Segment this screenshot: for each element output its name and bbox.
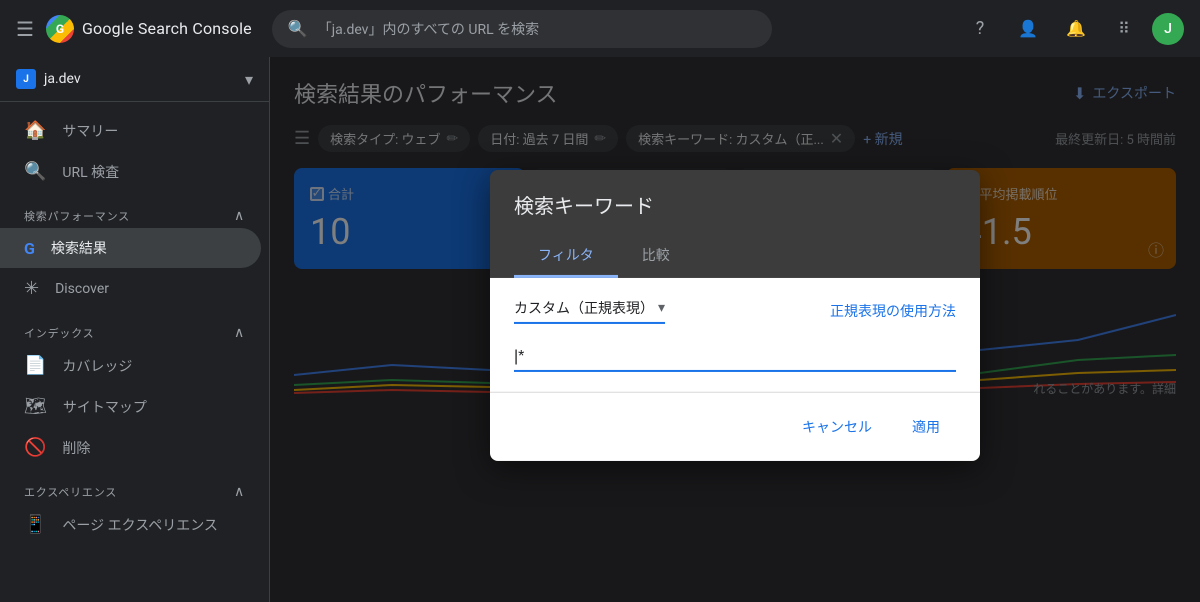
tab-compare-label: 比較: [642, 247, 670, 263]
section-chevron-icon[interactable]: ∧: [234, 484, 245, 500]
apps-icon-button[interactable]: ⠿: [1104, 9, 1144, 49]
bell-icon: 🔔: [1066, 19, 1086, 38]
section-experience: エクスペリエンス ∧: [0, 468, 269, 504]
search-icon: 🔍: [24, 161, 46, 182]
search-placeholder: 「ja.dev」内のすべての URL を検索: [318, 19, 756, 39]
top-header: ☰ G Google Search Console 🔍 「ja.dev」内のすべ…: [0, 0, 1200, 57]
page-experience-icon: 📱: [24, 514, 46, 535]
header-icons: ? 👤 🔔 ⠿ J: [960, 9, 1184, 49]
tab-filter-label: フィルタ: [538, 247, 594, 263]
regex-help-link[interactable]: 正規表現の使用方法: [830, 300, 956, 320]
section-chevron-icon[interactable]: ∧: [234, 325, 245, 341]
help-icon: ?: [976, 18, 985, 39]
app-title: Google Search Console: [82, 19, 252, 38]
sidebar-item-label: Discover: [55, 281, 109, 297]
sidebar-item-discover[interactable]: ✳ Discover: [0, 268, 261, 309]
sidebar-item-summary[interactable]: 🏠 サマリー: [0, 110, 261, 151]
property-name: ja.dev: [44, 71, 237, 87]
help-icon-button[interactable]: ?: [960, 9, 1000, 49]
filter-type-select[interactable]: カスタム（正規表現） ▾: [514, 297, 665, 323]
sidebar-item-label: サイトマップ: [63, 397, 147, 417]
sidebar-item-label: カバレッジ: [62, 356, 132, 376]
section-chevron-icon[interactable]: ∧: [234, 208, 245, 224]
modal-tabs: フィルタ 比較: [514, 234, 956, 277]
avatar[interactable]: J: [1152, 13, 1184, 45]
section-label: 検索パフォーマンス: [24, 208, 130, 224]
google-logo-icon: G: [46, 15, 74, 43]
apps-icon: ⠿: [1118, 19, 1130, 38]
person-icon-button[interactable]: 👤: [1008, 9, 1048, 49]
sidebar-item-url-inspection[interactable]: 🔍 URL 検査: [0, 151, 261, 192]
property-icon: J: [16, 69, 36, 89]
logo-area: G Google Search Console: [46, 15, 252, 43]
sidebar-item-sitemaps[interactable]: 🗺 サイトマップ: [0, 386, 261, 427]
coverage-icon: 📄: [24, 355, 46, 376]
modal-title-bar: 検索キーワード フィルタ 比較: [490, 169, 980, 277]
filter-input[interactable]: [514, 343, 956, 371]
google-g-icon: G: [24, 239, 35, 258]
sidebar-item-label: 削除: [62, 438, 90, 458]
filter-type-label: カスタム（正規表現）: [514, 297, 654, 317]
section-label: エクスペリエンス: [24, 484, 117, 500]
layout: J ja.dev ▾ 🏠 サマリー 🔍 URL 検査 検索パフォーマンス ∧ G…: [0, 57, 1200, 602]
tab-filter[interactable]: フィルタ: [514, 234, 618, 277]
property-chevron-icon: ▾: [245, 70, 253, 89]
modal-footer: キャンセル 適用: [490, 391, 980, 460]
sidebar-item-label: サマリー: [62, 121, 118, 141]
sidebar-item-coverage[interactable]: 📄 カバレッジ: [0, 345, 261, 386]
search-bar[interactable]: 🔍 「ja.dev」内のすべての URL を検索: [272, 10, 772, 48]
search-icon: 🔍: [288, 19, 308, 38]
property-selector[interactable]: J ja.dev ▾: [0, 57, 269, 102]
sidebar-item-label: URL 検査: [62, 162, 119, 182]
hamburger-icon[interactable]: ☰: [16, 17, 34, 41]
sidebar: J ja.dev ▾ 🏠 サマリー 🔍 URL 検査 検索パフォーマンス ∧ G…: [0, 57, 270, 602]
filter-input-container: [514, 343, 956, 371]
cancel-button[interactable]: キャンセル: [786, 408, 888, 444]
modal-title: 検索キーワード: [514, 189, 956, 218]
bell-icon-button[interactable]: 🔔: [1056, 9, 1096, 49]
section-label: インデックス: [24, 325, 94, 341]
filter-type-row: カスタム（正規表現） ▾ 正規表現の使用方法: [514, 297, 956, 323]
sidebar-nav: 🏠 サマリー 🔍 URL 検査 検索パフォーマンス ∧ G 検索結果 ✳ Dis…: [0, 102, 269, 553]
sidebar-item-label: ページ エクスペリエンス: [62, 515, 218, 535]
sidebar-item-page-experience[interactable]: 📱 ページ エクスペリエンス: [0, 504, 261, 545]
keyword-filter-modal: 検索キーワード フィルタ 比較 カスタム（正規表現） ▾ 正規表現の使: [490, 169, 980, 460]
section-search-performance: 検索パフォーマンス ∧: [0, 192, 269, 228]
sidebar-item-removals[interactable]: 🚫 削除: [0, 427, 261, 468]
home-icon: 🏠: [24, 120, 46, 141]
sidebar-item-label: 検索結果: [51, 238, 107, 258]
apply-button[interactable]: 適用: [896, 408, 956, 444]
modal-body: カスタム（正規表現） ▾ 正規表現の使用方法: [490, 277, 980, 391]
main-content: 検索結果のパフォーマンス ⬇ エクスポート ☰ 検索タイプ: ウェブ ✏ 日付:…: [270, 57, 1200, 602]
person-icon: 👤: [1018, 19, 1038, 38]
filter-type-chevron-icon: ▾: [658, 299, 665, 315]
removals-icon: 🚫: [24, 437, 46, 458]
discover-icon: ✳: [24, 278, 39, 299]
tab-compare[interactable]: 比較: [618, 234, 694, 277]
section-index: インデックス ∧: [0, 309, 269, 345]
sitemaps-icon: 🗺: [24, 396, 47, 417]
sidebar-item-search-results[interactable]: G 検索結果: [0, 228, 261, 268]
